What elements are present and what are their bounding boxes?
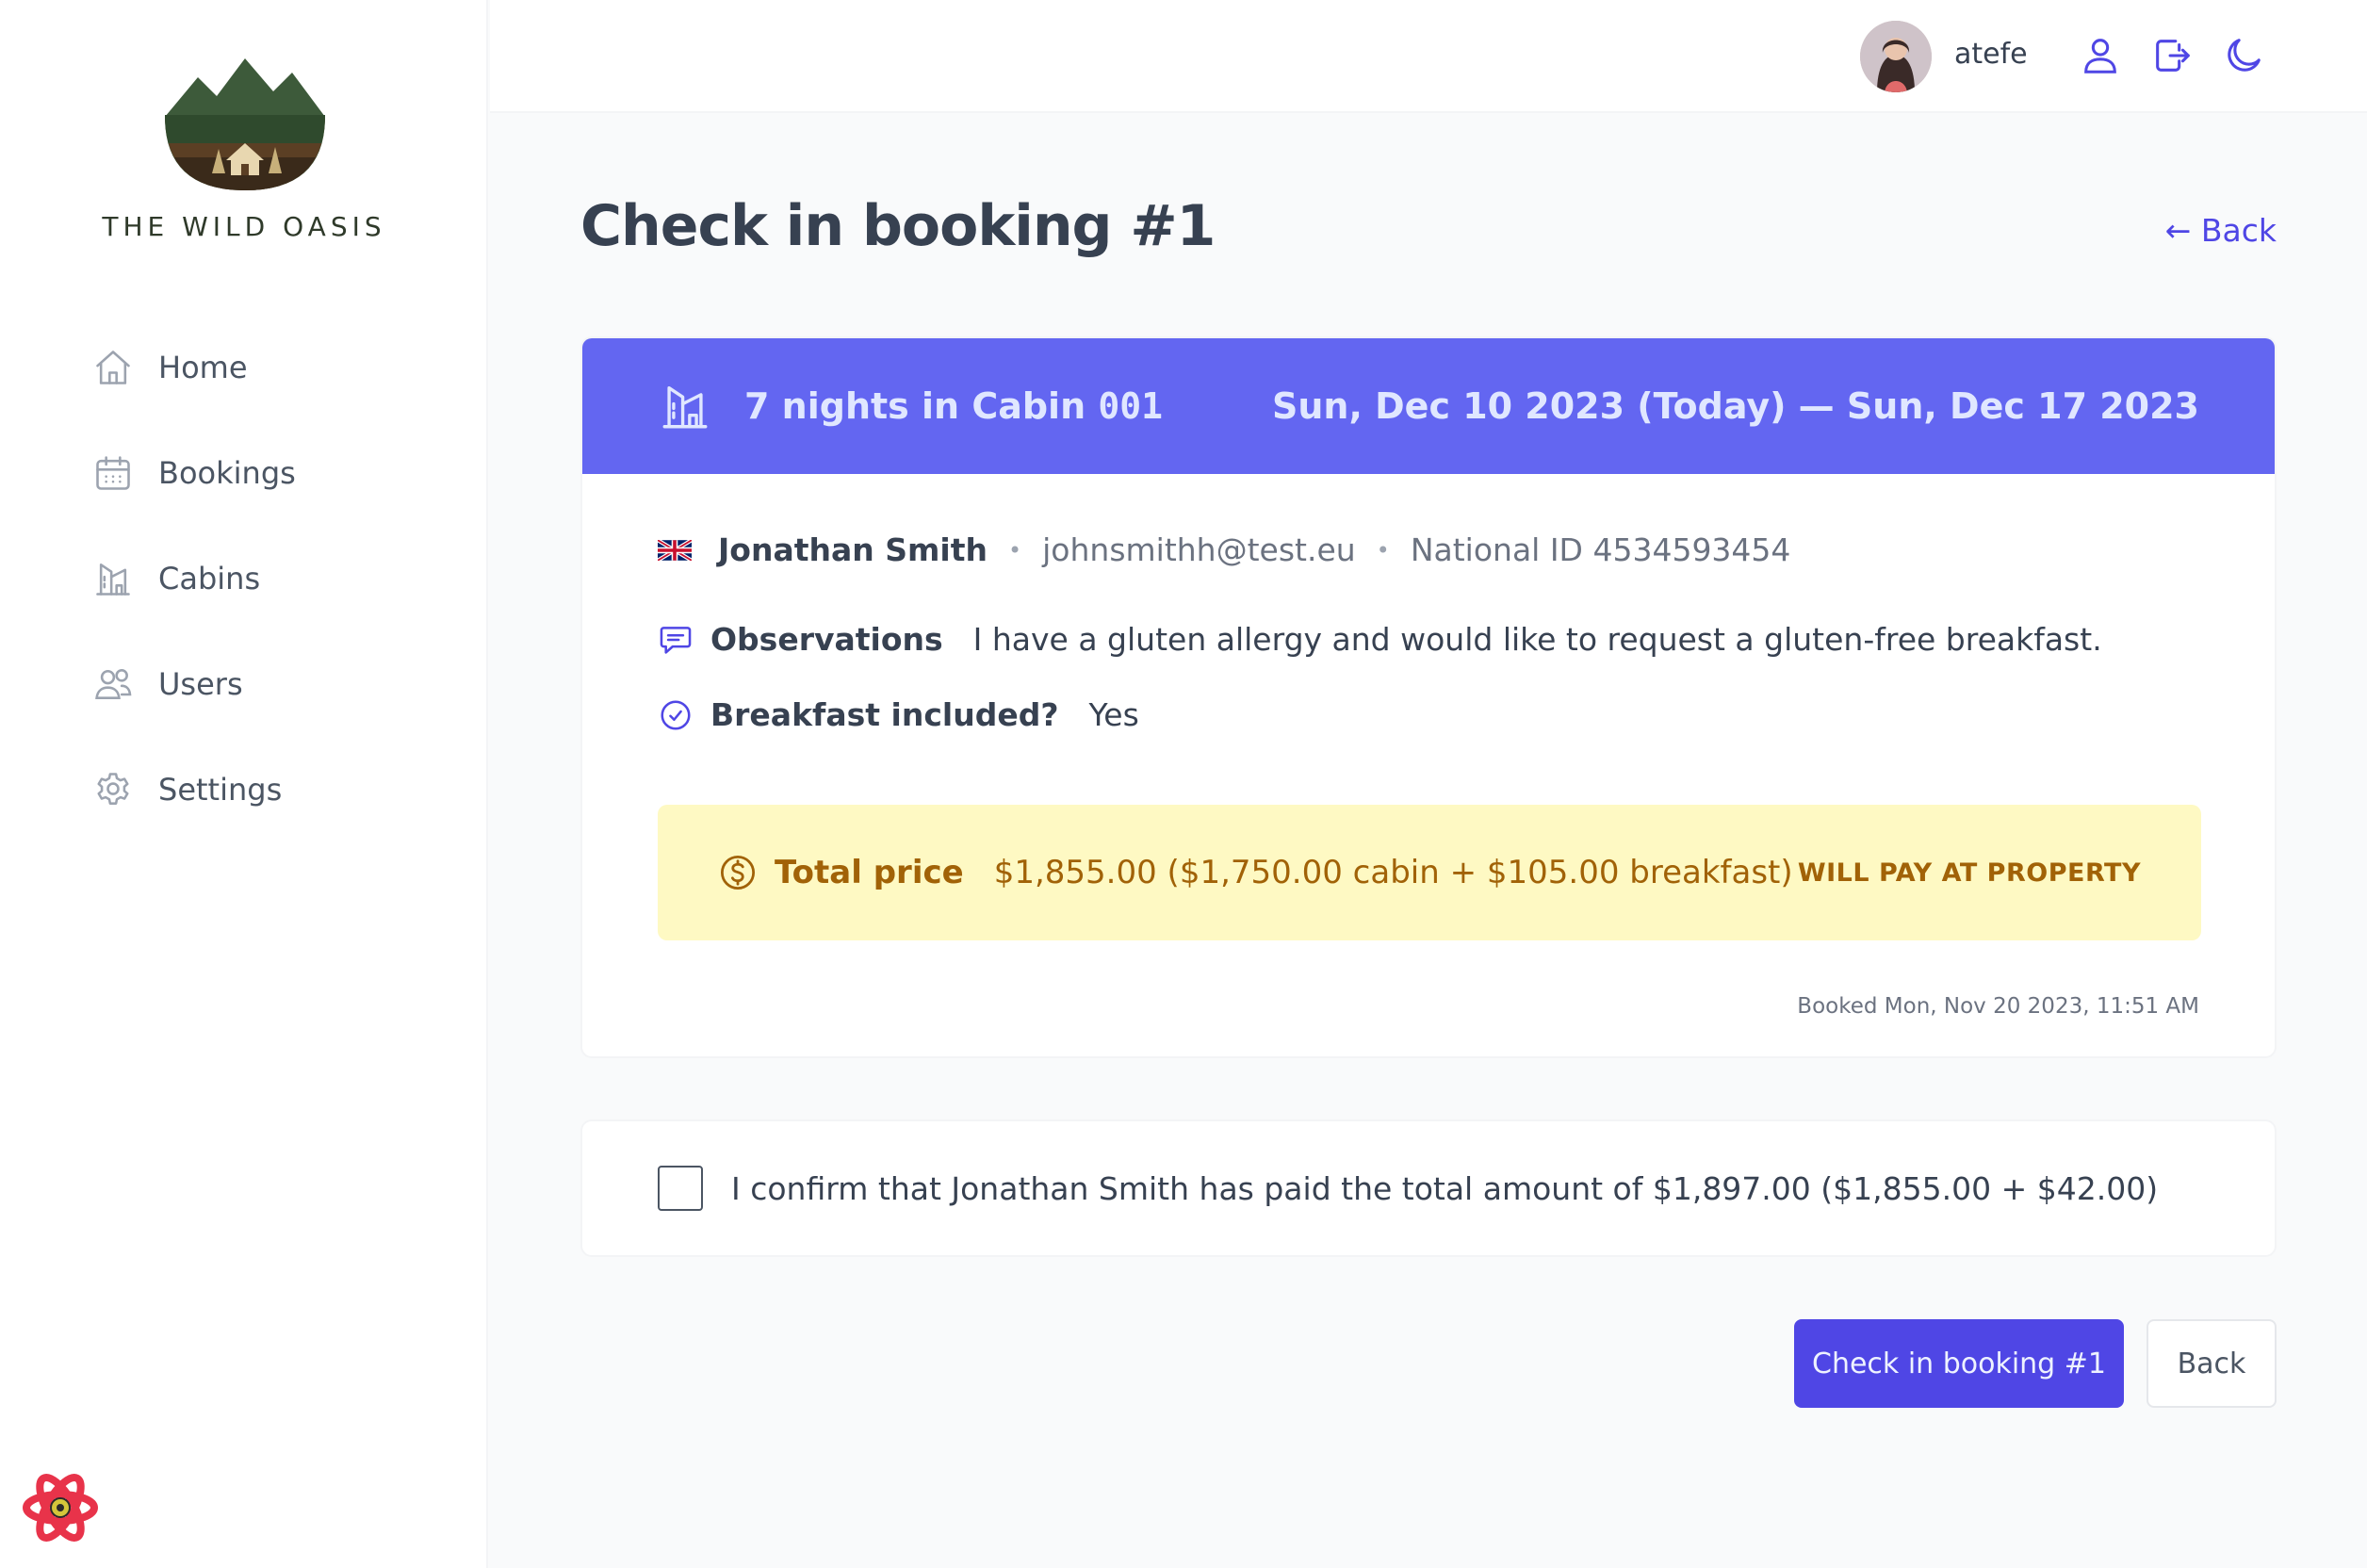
logout-icon[interactable] [2150, 34, 2194, 77]
moon-icon[interactable] [2222, 34, 2265, 77]
nav-item-settings[interactable]: Settings [75, 752, 433, 827]
sidebar: THE WILD OASIS Home Bookings Cabins User… [0, 0, 488, 1568]
nav-label: Cabins [158, 561, 261, 596]
price-box: Total price $1,855.00 ($1,750.00 cabin +… [658, 805, 2201, 940]
price-label: Total price [775, 854, 964, 891]
dollar-circle-icon [720, 855, 756, 890]
back-button[interactable]: Back [2147, 1319, 2277, 1408]
observations-label: Observations [710, 621, 943, 658]
home-icon [96, 351, 130, 384]
booking-header: 7 nights in Cabin 001 Sun, Dec 10 2023 (… [582, 338, 2275, 474]
booking-dates: Sun, Dec 10 2023 (Today) — Sun, Dec 17 2… [1271, 385, 2199, 427]
cabin-number: 001 [1098, 385, 1164, 427]
back-link[interactable]: ← Back [2165, 212, 2277, 249]
nav-item-cabins[interactable]: Cabins [75, 541, 433, 616]
nav-item-home[interactable]: Home [75, 330, 433, 405]
user-photo [1860, 21, 1932, 92]
users-icon [95, 669, 132, 699]
observations-row: Observations I have a gluten allergy and… [658, 621, 2102, 658]
breakfast-row: Breakfast included? Yes [658, 696, 1139, 733]
calendar-icon [96, 456, 130, 490]
check-in-button[interactable]: Check in booking #1 [1794, 1319, 2124, 1408]
avatar[interactable] [1860, 21, 1932, 92]
user-icon[interactable] [2079, 34, 2122, 77]
observations-value: I have a gluten allergy and would like t… [972, 621, 2102, 658]
cabin-icon [662, 385, 708, 429]
username: atefe [1954, 38, 2028, 71]
check-circle-icon [661, 699, 691, 730]
confirm-paid-checkbox[interactable] [658, 1166, 703, 1211]
nav-label: Bookings [158, 455, 296, 491]
chat-bubble-icon [660, 626, 692, 654]
cabin-icon [96, 564, 130, 596]
nav-label: Home [158, 350, 248, 385]
separator: • [1007, 536, 1022, 564]
separator: • [1376, 536, 1390, 564]
gear-icon [97, 773, 129, 805]
uk-flag-icon [658, 539, 692, 561]
confirm-payment-box: I confirm that Jonathan Smith has paid t… [580, 1119, 2277, 1257]
brand-name: THE WILD OASIS [102, 211, 386, 242]
nav-item-users[interactable]: Users [75, 646, 433, 722]
nights-text: 7 nights in Cabin [744, 385, 1086, 427]
payment-status: WILL PAY AT PROPERTY [1797, 858, 2141, 888]
booked-timestamp: Booked Mon, Nov 20 2023, 11:51 AM [1797, 994, 2199, 1019]
confirm-paid-label[interactable]: I confirm that Jonathan Smith has paid t… [731, 1170, 2158, 1207]
nav-label: Users [158, 666, 243, 702]
page-title: Check in booking #1 [580, 193, 1216, 259]
main-nav: Home Bookings Cabins Users Settings [75, 330, 433, 858]
nights-summary: 7 nights in Cabin 001 [744, 385, 1163, 427]
react-devtools-icon[interactable] [21, 1468, 100, 1547]
guest-national-id: National ID 4534593454 [1410, 531, 1791, 568]
breakfast-value: Yes [1088, 696, 1139, 733]
nav-label: Settings [158, 772, 283, 808]
price-value: $1,855.00 ($1,750.00 cabin + $105.00 bre… [993, 854, 1793, 891]
wild-oasis-logo [165, 58, 325, 190]
nav-item-bookings[interactable]: Bookings [75, 435, 433, 511]
guest-email: johnsmithh@test.eu [1042, 531, 1356, 568]
breakfast-label: Breakfast included? [710, 696, 1059, 733]
booking-card: 7 nights in Cabin 001 Sun, Dec 10 2023 (… [580, 336, 2277, 1058]
guest-name: Jonathan Smith [718, 531, 988, 568]
guest-info: Jonathan Smith • johnsmithh@test.eu • Na… [658, 531, 1790, 568]
